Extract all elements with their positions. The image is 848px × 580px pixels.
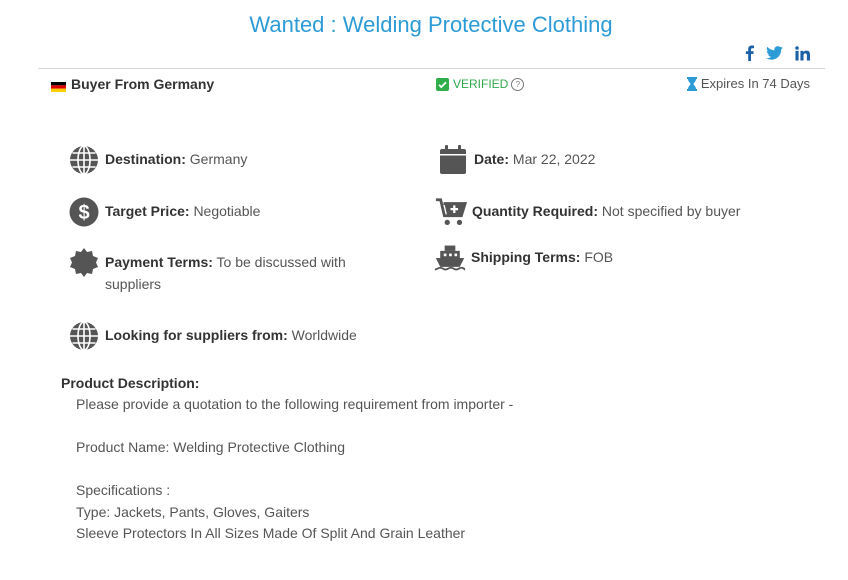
badge-icon [70,248,98,277]
suppliers-from-field: Looking for suppliers from: Worldwide [68,320,357,352]
social-share-bar [745,45,810,61]
description-line: Sleeve Protectors In All Sizes Made Of S… [76,525,466,541]
globe-icon [70,145,98,175]
dollar-icon: $ [69,197,99,227]
destination-label: Destination: [105,151,186,167]
help-icon[interactable]: ? [511,77,525,91]
quantity-value: Not specified by buyer [601,203,741,219]
suppliers-from-label: Looking for suppliers from: [105,327,288,343]
linkedin-icon[interactable] [795,45,810,61]
cart-plus-icon [435,198,467,225]
check-icon [436,77,449,91]
shipping-terms-value: FOB [584,249,614,265]
description-line: Type: Jackets, Pants, Gloves, Gaiters [76,503,310,520]
expiry-info: Expires In 74 Days [686,76,810,91]
date-field: Date: Mar 22, 2022 [437,144,595,176]
description-line: Please provide a quotation to the follow… [76,396,514,412]
quantity-field: Quantity Required: Not specified by buye… [435,196,740,228]
page-title: Wanted : Welding Protective Clothing [249,12,613,37]
payment-terms-field: Payment Terms: To be discussed with supp… [68,247,388,295]
target-price-value: Negotiable [193,203,261,219]
shipping-terms-field: Shipping Terms: FOB [434,242,613,274]
buyer-label: Buyer From Germany [71,76,215,92]
ship-icon [434,245,466,271]
product-description-title: Product Description: [61,375,200,391]
facebook-icon[interactable] [745,45,754,61]
globe-icon [70,321,98,351]
description-line: Specifications : [76,482,171,498]
hourglass-icon [686,76,697,91]
verified-label: VERIFIED [453,77,509,91]
germany-flag-icon [51,79,66,92]
date-label: Date: [474,151,510,167]
description-line: Product Name: Welding Protective Clothin… [76,439,345,455]
destination-value: Germany [189,151,248,167]
header-divider [38,68,825,69]
product-description: Please provide a quotation to the follow… [76,394,513,545]
target-price-field: $ Target Price: Negotiable [68,196,260,228]
suppliers-from-value: Worldwide [291,327,357,343]
verified-badge: VERIFIED ? [436,77,525,91]
description-line [76,416,513,438]
destination-field: Destination: Germany [68,144,247,176]
target-price-label: Target Price: [105,203,190,219]
quantity-label: Quantity Required: [472,203,599,219]
calendar-icon [440,145,466,174]
buyer-origin: Buyer From Germany [51,76,214,92]
shipping-terms-label: Shipping Terms: [471,249,581,265]
description-line [76,459,513,481]
expires-label: Expires In 74 Days [700,76,810,91]
svg-text:$: $ [78,202,89,224]
date-value: Mar 22, 2022 [512,151,596,167]
payment-terms-label: Payment Terms: [105,254,213,270]
twitter-icon[interactable] [766,46,783,60]
